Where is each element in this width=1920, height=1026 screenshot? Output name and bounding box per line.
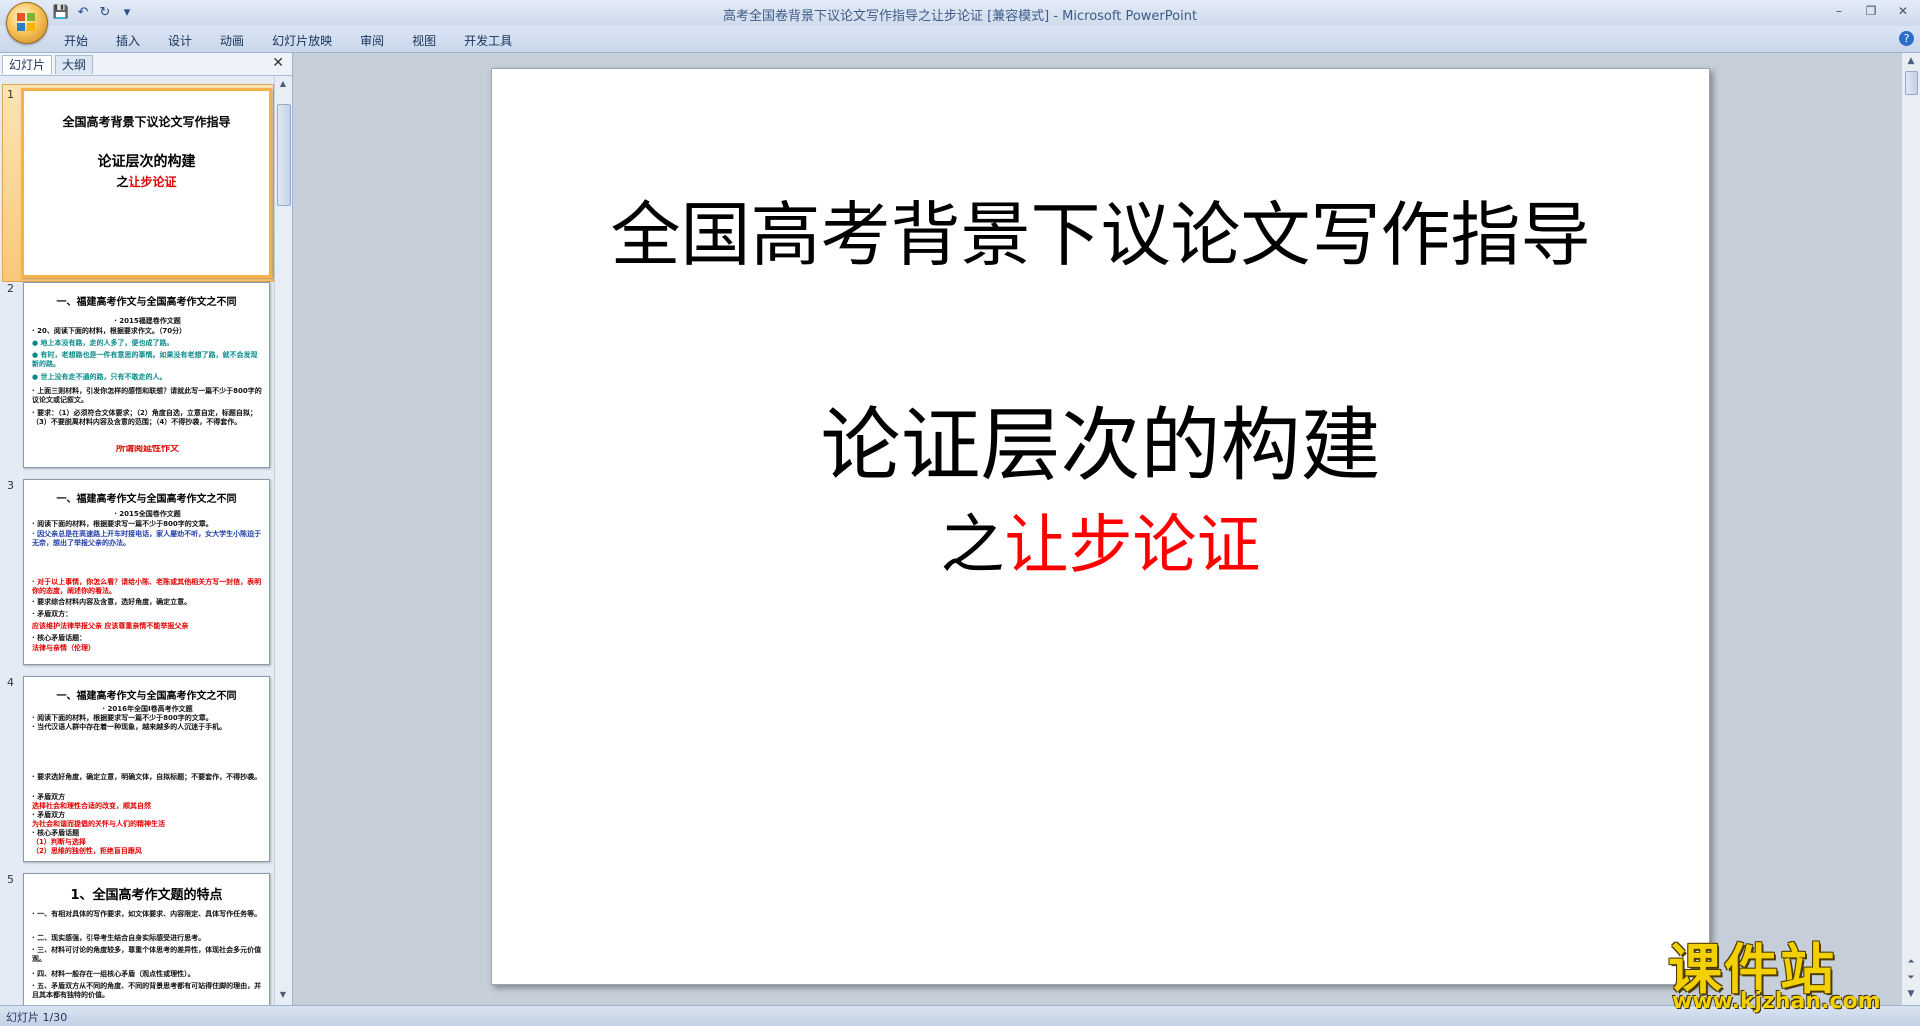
thumb-line: 选择社会和理性合适的改变，顺其自然 <box>32 802 151 810</box>
office-button[interactable] <box>6 2 48 44</box>
slide-thumbnail-2[interactable]: 一、福建高考作文与全国高考作文之不同 · 2015福建卷作文题 · 20、阅读下… <box>23 282 270 468</box>
tab-design[interactable]: 设计 <box>154 29 206 52</box>
thumb-line: · 阅读下面的材料，根据要求写一篇不少于800字的文章。 <box>32 520 213 528</box>
thumb-line: ● 有时，老想路也是一件有意思的事情。如果没有老想了路，就不会发现新的路。 <box>32 351 258 368</box>
tab-review[interactable]: 审阅 <box>346 29 398 52</box>
thumb-line: · 核心矛盾话题 <box>32 829 80 837</box>
subtitle-red-text: 让步论证 <box>1004 509 1261 583</box>
thumb-line: · 矛盾双方 <box>32 793 66 801</box>
slide-counter: 幻灯片 1/30 <box>6 1011 68 1024</box>
slide-thumbnail-1[interactable]: 全国高考背景下议论文写作指导 论证层次的构建 之让步论证 <box>21 88 272 278</box>
thumb-line: · 2015福建卷作文题 <box>114 317 181 325</box>
thumb-line: ● 世上没有走不通的路，只有不敢走的人。 <box>32 373 167 381</box>
thumb-line: 为社会和谐而提倡的关怀与人们的精神生活 <box>32 820 165 828</box>
subtitle-prefix: 之 <box>940 509 1005 583</box>
slide-subtitle-2[interactable]: 之让步论证 <box>492 494 1709 586</box>
status-bar: 幻灯片 1/30 <box>0 1005 1920 1026</box>
watermark-url: www.kjzhan.com <box>1672 989 1881 1014</box>
slide-editing-area: 全国高考背景下议论文写作指导 论证层次的构建 之让步论证 <box>293 53 1902 1005</box>
thumb-title: 一、福建高考作文与全国高考作文之不同 <box>56 494 237 505</box>
thumb-title: 一、福建高考作文与全国高考作文之不同 <box>56 691 237 702</box>
thumb-line: · 20、阅读下面的材料，根据要求作文。（70分） <box>32 327 187 335</box>
scroll-up-icon[interactable]: ▲ <box>277 79 289 91</box>
thumb-title: 一、福建高考作文与全国高考作文之不同 <box>56 297 237 308</box>
tab-home[interactable]: 开始 <box>50 29 102 52</box>
tab-insert[interactable]: 插入 <box>102 29 154 52</box>
thumb-number: 4 <box>7 676 14 689</box>
thumb-line: · 矛盾双方 <box>32 811 66 819</box>
scroll-down-icon[interactable]: ▼ <box>277 990 289 1002</box>
title-bar: 💾 ↶ ↻ ▾ 高考全国卷背景下议论文写作指导之让步论证 [兼容模式] - Mi… <box>0 0 1920 44</box>
thumb-line: · 因父亲总是在高速路上开车时接电话，家人屡劝不听，女大学生小陈迫于无奈，想出了… <box>32 530 262 547</box>
thumb-line: · 当代汉语人群中存在着一种现象，越来越多的人沉迷于手机。 <box>32 723 227 731</box>
office-logo-icon <box>17 13 35 31</box>
tab-slides[interactable]: 幻灯片 <box>2 55 53 74</box>
thumb-title: 1、全国高考作文题的特点 <box>70 888 223 903</box>
thumb-line: · 一、有相对具体的写作要求，如文体要求、内容限定、具体写作任务等。 <box>32 910 262 918</box>
thumb-line: · 五、矛盾双方从不同的角度、不同的背景思考都有可站得住脚的理由，并且其本都有独… <box>32 982 262 999</box>
slide-thumbnail-5[interactable]: 1、全国高考作文题的特点 · 一、有相对具体的写作要求，如文体要求、内容限定、具… <box>23 873 270 1005</box>
slide-subtitle[interactable]: 论证层次的构建 <box>492 381 1709 497</box>
tab-animations[interactable]: 动画 <box>206 29 258 52</box>
thumb-line: · 四、材料一般存在一组核心矛盾（观点性或理性）。 <box>32 970 195 978</box>
maximize-icon[interactable]: ❐ <box>1860 2 1882 20</box>
thumb-line: · 矛盾双方： <box>32 610 73 618</box>
slide-thumbnail-4[interactable]: 一、福建高考作文与全国高考作文之不同 · 2016年全国I卷高考作文题 · 阅读… <box>23 676 270 862</box>
thumb-title: 全国高考背景下议论文写作指导 <box>62 115 231 129</box>
thumb-subtitle-2: 之让步论证 <box>24 173 269 190</box>
thumb-line: ● 地上本没有路，走的人多了，便也成了路。 <box>32 339 174 347</box>
scroll-up-icon[interactable]: ▲ <box>1905 56 1917 68</box>
thumb-line: · 三、材料可讨论的角度较多，尊重个体思考的差异性，体现社会多元价值观。 <box>32 946 262 963</box>
thumb-line: · 要求选好角度，确定立意，明确文体，自拟标题；不要套作，不得抄袭。 <box>32 773 262 781</box>
thumb-number: 3 <box>7 479 14 492</box>
help-icon[interactable]: ? <box>1899 31 1914 46</box>
watermark-logo: 课件站 www.kjzhan.com <box>1668 925 1908 1021</box>
thumb-line: · 二、现实感强，引导考生结合自身实际感受进行思考。 <box>32 934 206 942</box>
close-icon[interactable]: ✕ <box>1892 2 1914 20</box>
thumb-sub2-prefix: 之 <box>116 175 129 189</box>
thumb-line: · 核心矛盾话题： <box>32 634 87 642</box>
ribbon: 开始 插入 设计 动画 幻灯片放映 审阅 视图 开发工具 ? <box>0 26 1920 53</box>
thumb-line: （1）判断与选择 <box>32 838 86 846</box>
thumb-number: 2 <box>7 282 14 295</box>
vertical-scrollbar[interactable]: ▲ ⏶ ⏷ ▼ <box>1901 53 1920 1005</box>
thumb-line: （2）思维的独创性，拒绝盲目跟风 <box>32 847 142 855</box>
window-title: 高考全国卷背景下议论文写作指导之让步论证 [兼容模式] - Microsoft … <box>722 9 1198 24</box>
thumb-number: 1 <box>7 88 14 101</box>
slides-pane: 幻灯片 大纲 ✕ 1 全国高考背景下议论文写作指导 论证层次的构建 之让步论证 … <box>0 53 293 1005</box>
window-controls: – ❐ ✕ <box>1828 2 1914 20</box>
ribbon-tabs: 开始 插入 设计 动画 幻灯片放映 审阅 视图 开发工具 <box>50 29 526 52</box>
scroll-thumb[interactable] <box>277 104 291 206</box>
thumb-line: 应该维护法律举报父亲 应该尊重亲情不能举报父亲 <box>32 622 189 630</box>
pane-tabs: 幻灯片 大纲 ✕ <box>0 53 292 76</box>
thumb-line: · 2016年全国I卷高考作文题 <box>102 705 193 713</box>
minimize-icon[interactable]: – <box>1828 2 1850 20</box>
tab-slideshow[interactable]: 幻灯片放映 <box>258 29 346 52</box>
thumbnail-list: 1 全国高考背景下议论文写作指导 论证层次的构建 之让步论证 2 一、福建高考作… <box>0 76 274 1005</box>
scroll-thumb[interactable] <box>1905 71 1918 95</box>
thumb-line: · 上面三则材料，引发你怎样的感悟和联想？请就此写一篇不少于800字的议论文或记… <box>32 387 262 404</box>
thumb-line: 法律与亲情（伦理） <box>32 644 95 652</box>
pane-scrollbar[interactable]: ▲ ▼ <box>274 76 292 1005</box>
tab-view[interactable]: 视图 <box>398 29 450 52</box>
slide-title[interactable]: 全国高考背景下议论文写作指导 <box>492 179 1709 280</box>
thumb-line: 所谓阅延性作文 <box>115 445 179 454</box>
slide-thumbnail-3[interactable]: 一、福建高考作文与全国高考作文之不同 · 2015全国卷作文题 · 阅读下面的材… <box>23 479 270 665</box>
thumb-subtitle: 论证层次的构建 <box>97 154 196 170</box>
tab-developer[interactable]: 开发工具 <box>450 29 526 52</box>
close-pane-icon[interactable]: ✕ <box>272 55 284 71</box>
thumb-sub2-red: 让步论证 <box>128 175 177 189</box>
thumb-number: 5 <box>7 873 14 886</box>
current-slide[interactable]: 全国高考背景下议论文写作指导 论证层次的构建 之让步论证 <box>491 68 1710 985</box>
thumb-line: · 2015全国卷作文题 <box>114 510 181 518</box>
thumb-line: · 要求综合材料内容及含意，选好角度，确定立意。 <box>32 598 192 606</box>
tab-outline[interactable]: 大纲 <box>55 55 94 74</box>
thumb-line: · 阅读下面的材料，根据要求写一篇不少于800字的文章。 <box>32 714 213 722</box>
thumb-line: · 要求：（1）必须符合文体要求；（2）角度自选，立意自定，标题自拟；（3）不要… <box>32 409 257 426</box>
thumb-line: · 对于以上事情，你怎么看？请给小陈、老陈或其他相关方写一封信，表明你的态度，阐… <box>32 578 262 595</box>
